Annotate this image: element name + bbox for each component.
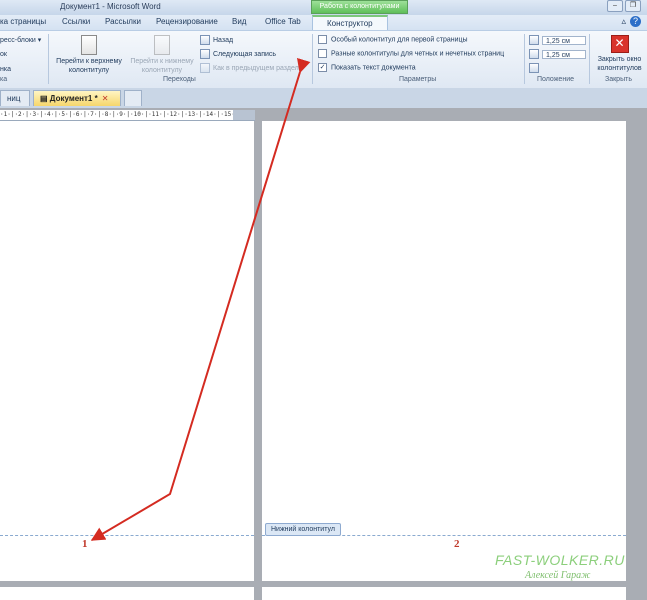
annotation-arrow-line bbox=[90, 57, 311, 541]
annotation-arrow bbox=[90, 57, 311, 541]
